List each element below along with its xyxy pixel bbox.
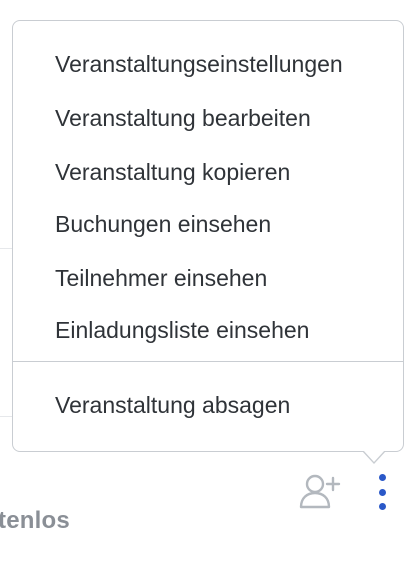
menu-item-view-participants[interactable]: Teilnehmer einsehen: [55, 267, 267, 290]
event-actions-menu: Veranstaltungseinstellungen Veranstaltun…: [12, 20, 404, 452]
kebab-dot: [378, 474, 386, 481]
menu-item-edit-event[interactable]: Veranstaltung bearbeiten: [55, 107, 311, 130]
kebab-dot: [378, 488, 386, 496]
menu-item-cancel-event[interactable]: Veranstaltung absagen: [55, 394, 290, 417]
background-price-label: tenlos: [0, 507, 70, 534]
kebab-dot: [378, 503, 386, 510]
menu-item-event-settings[interactable]: Veranstaltungseinstellungen: [55, 53, 343, 76]
kebab-menu-icon[interactable]: [372, 474, 392, 510]
menu-item-copy-event[interactable]: Veranstaltung kopieren: [55, 161, 290, 184]
add-user-icon[interactable]: [298, 472, 342, 510]
menu-item-view-invitation-list[interactable]: Einladungsliste einsehen: [55, 319, 309, 342]
menu-item-view-bookings[interactable]: Buchungen einsehen: [55, 213, 271, 236]
page: tenlos Veranstaltungseinstellungen Veran…: [0, 0, 414, 566]
menu-divider: [13, 361, 403, 362]
